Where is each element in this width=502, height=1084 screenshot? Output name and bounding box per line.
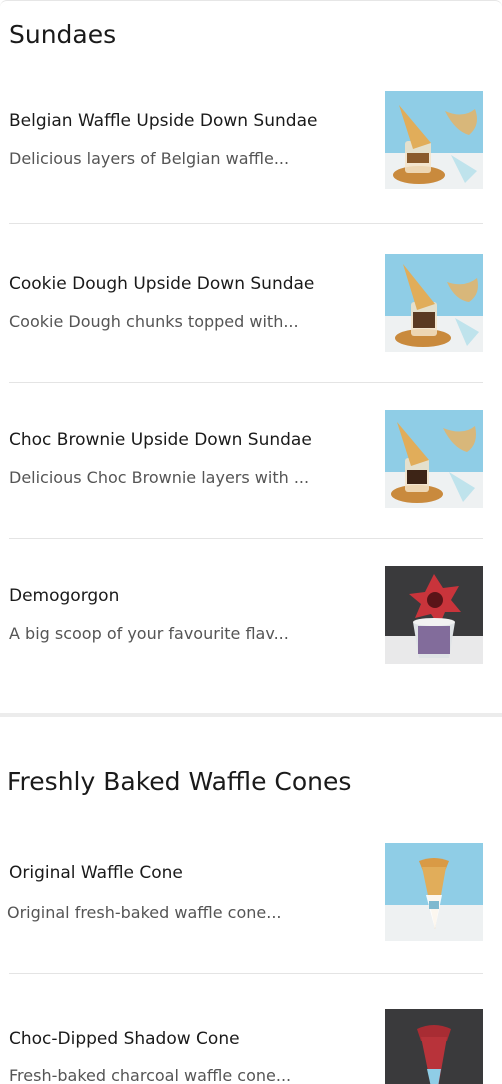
item-name: Belgian Waffle Upside Down Sundae bbox=[9, 111, 318, 131]
item-description: Cookie Dough chunks topped with... bbox=[9, 312, 299, 331]
item-description: A big scoop of your favourite flav... bbox=[9, 624, 289, 643]
item-image bbox=[385, 1009, 483, 1084]
item-image bbox=[385, 843, 483, 941]
item-description: Delicious Choc Brownie layers with ... bbox=[9, 468, 310, 487]
sheet-top-edge bbox=[0, 0, 502, 7]
waffle-cone-photo-icon bbox=[385, 843, 483, 941]
item-description: Original fresh-baked waffle cone... bbox=[7, 903, 282, 922]
upside-down-sundae-photo-icon bbox=[385, 254, 483, 352]
item-name: Demogorgon bbox=[9, 586, 120, 606]
menu-page: Sundaes Belgian Waffle Upside Down Sunda… bbox=[0, 0, 502, 1084]
item-divider bbox=[9, 223, 483, 224]
upside-down-sundae-photo-icon bbox=[385, 410, 483, 508]
item-name: Original Waffle Cone bbox=[9, 863, 183, 883]
shadow-cone-photo-icon bbox=[385, 1009, 483, 1084]
item-image bbox=[385, 566, 483, 664]
item-name: Choc-Dipped Shadow Cone bbox=[9, 1029, 240, 1049]
item-image bbox=[385, 91, 483, 189]
demogorgon-cup-photo-icon bbox=[385, 566, 483, 664]
item-description: Delicious layers of Belgian waffle... bbox=[9, 149, 290, 168]
upside-down-sundae-photo-icon bbox=[385, 91, 483, 189]
item-description: Fresh-baked charcoal waffle cone... bbox=[9, 1066, 292, 1084]
item-name: Cookie Dough Upside Down Sundae bbox=[9, 274, 315, 294]
section-title-waffle-cones: Freshly Baked Waffle Cones bbox=[7, 767, 352, 796]
item-divider bbox=[9, 538, 483, 539]
section-title-sundaes: Sundaes bbox=[9, 20, 117, 49]
item-image bbox=[385, 254, 483, 352]
item-name: Choc Brownie Upside Down Sundae bbox=[9, 430, 312, 450]
section-divider bbox=[0, 713, 502, 717]
item-divider bbox=[9, 382, 483, 383]
item-divider bbox=[9, 973, 483, 974]
item-image bbox=[385, 410, 483, 508]
